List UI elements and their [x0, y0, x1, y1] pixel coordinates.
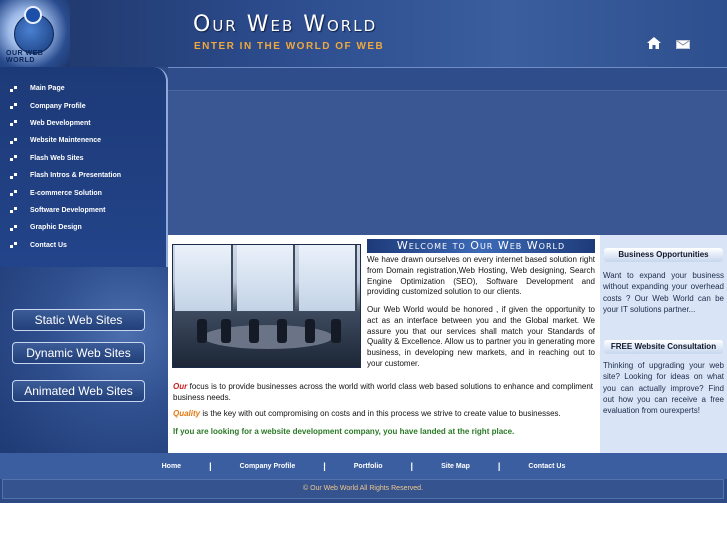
photo-chair: [249, 319, 259, 343]
animated-web-sites-button[interactable]: Animated Web Sites: [12, 380, 145, 402]
bullet-icon: [10, 120, 18, 127]
photo-window: [237, 245, 295, 311]
nav-item-label: Flash Web Sites: [30, 154, 84, 162]
business-opportunities-heading[interactable]: Business Opportunities: [604, 248, 723, 262]
landed-paragraph: If you are looking for a website develop…: [173, 427, 515, 436]
nav-item-contact-us[interactable]: Contact Us: [0, 237, 166, 254]
site-title: Our Web World: [193, 12, 378, 37]
footer-link-contact-us[interactable]: Contact Us: [528, 463, 565, 470]
bullet-icon: [10, 172, 18, 179]
header: OUR WEB WORLD Our Web World ENTER IN THE…: [0, 0, 727, 67]
logo[interactable]: OUR WEB WORLD: [0, 0, 70, 67]
bullet-icon: [10, 242, 18, 249]
nav-item-graphic-design[interactable]: Graphic Design: [0, 219, 166, 236]
mail-icon[interactable]: [676, 40, 690, 49]
welcome-title: Welcome to Our Web World: [367, 239, 595, 253]
nav-item-website-maintenance[interactable]: Website Maintenence: [0, 132, 166, 149]
tagline: ENTER IN THE WORLD OF WEB: [194, 41, 385, 52]
left-nav: Main Page Company Profile Web Developmen…: [0, 67, 168, 267]
bullet-icon: [10, 224, 18, 231]
top-band: [168, 67, 727, 91]
footer-link-company-profile[interactable]: Company Profile: [240, 463, 296, 470]
quality-paragraph: Quality is the key with out compromising…: [173, 409, 593, 420]
person-icon: [24, 6, 42, 24]
nav-item-label: Software Development: [30, 206, 106, 214]
right-column: Business Opportunities Want to expand yo…: [600, 235, 727, 453]
nav-item-main-page[interactable]: Main Page: [0, 80, 166, 97]
nav-item-label: Website Maintenence: [30, 137, 102, 145]
page: OUR WEB WORLD Our Web World ENTER IN THE…: [0, 0, 727, 503]
nav-item-flash-web-sites[interactable]: Flash Web Sites: [0, 150, 166, 167]
footer-nav: Home | Company Profile | Portfolio | Sit…: [0, 453, 727, 479]
quality-emphasis: Quality: [173, 409, 201, 418]
nav-item-label: Web Development: [30, 119, 91, 127]
footer-link-home[interactable]: Home: [162, 463, 181, 470]
banner-area: [168, 91, 727, 235]
business-opportunities-text: Want to expand your business without exp…: [603, 271, 724, 314]
bullet-icon: [10, 155, 18, 162]
bullet-icon: [10, 207, 18, 214]
photo-chair: [197, 319, 207, 343]
focus-paragraph: Our focus is to provide businesses acros…: [173, 382, 593, 404]
nav-item-label: Company Profile: [30, 102, 86, 110]
nav-item-software-development[interactable]: Software Development: [0, 202, 166, 219]
bullet-icon: [10, 190, 18, 197]
dynamic-web-sites-button[interactable]: Dynamic Web Sites: [12, 342, 145, 364]
nav-item-label: Main Page: [30, 85, 65, 93]
home-icon[interactable]: [647, 37, 661, 49]
nav-item-ecommerce[interactable]: E-commerce Solution: [0, 184, 166, 201]
footer-separator: |: [209, 461, 212, 471]
logo-text: OUR WEB WORLD: [6, 50, 44, 64]
main-content: Welcome to Our Web World We have drawn o…: [168, 235, 600, 453]
photo-chair: [277, 319, 287, 343]
footer-link-portfolio[interactable]: Portfolio: [354, 463, 383, 470]
honor-paragraph: Our Web World would be honored , if give…: [367, 305, 595, 368]
nav-item-label: Contact Us: [30, 241, 67, 249]
footer-separator: |: [323, 461, 326, 471]
nav-item-web-development[interactable]: Web Development: [0, 115, 166, 132]
footer-separator: |: [410, 461, 414, 471]
photo-chair: [305, 319, 315, 343]
static-web-sites-button[interactable]: Static Web Sites: [12, 309, 145, 331]
bullet-icon: [10, 137, 18, 144]
bullet-icon: [10, 85, 18, 92]
bullet-icon: [10, 103, 18, 110]
photo-chair: [221, 319, 231, 343]
focus-emphasis: Our: [173, 382, 188, 391]
photo-window: [299, 245, 357, 311]
nav-item-company-profile[interactable]: Company Profile: [0, 97, 166, 114]
footer-separator: |: [497, 461, 501, 471]
intro-paragraph: We have drawn ourselves on every interne…: [367, 255, 595, 297]
footer-link-site-map[interactable]: Site Map: [441, 463, 470, 470]
free-consultation-heading[interactable]: FREE Website Consultation: [604, 340, 723, 354]
meeting-photo: [172, 244, 361, 368]
nav-item-flash-intros[interactable]: Flash Intros & Presentation: [0, 167, 166, 184]
quality-text: is the key with out compromising on cost…: [200, 409, 561, 418]
focus-text: focus is to provide businesses across th…: [173, 382, 593, 402]
copyright: © Our Web World All Rights Reserved.: [2, 479, 724, 499]
nav-item-label: E-commerce Solution: [30, 189, 102, 197]
photo-chair: [331, 319, 341, 343]
nav-item-label: Graphic Design: [30, 224, 82, 232]
free-consultation-text: Thinking of upgrading your web site? Loo…: [603, 361, 724, 416]
photo-window: [175, 245, 233, 311]
side-panel: Static Web Sites Dynamic Web Sites Anima…: [0, 267, 168, 453]
nav-item-label: Flash Intros & Presentation: [30, 172, 122, 180]
